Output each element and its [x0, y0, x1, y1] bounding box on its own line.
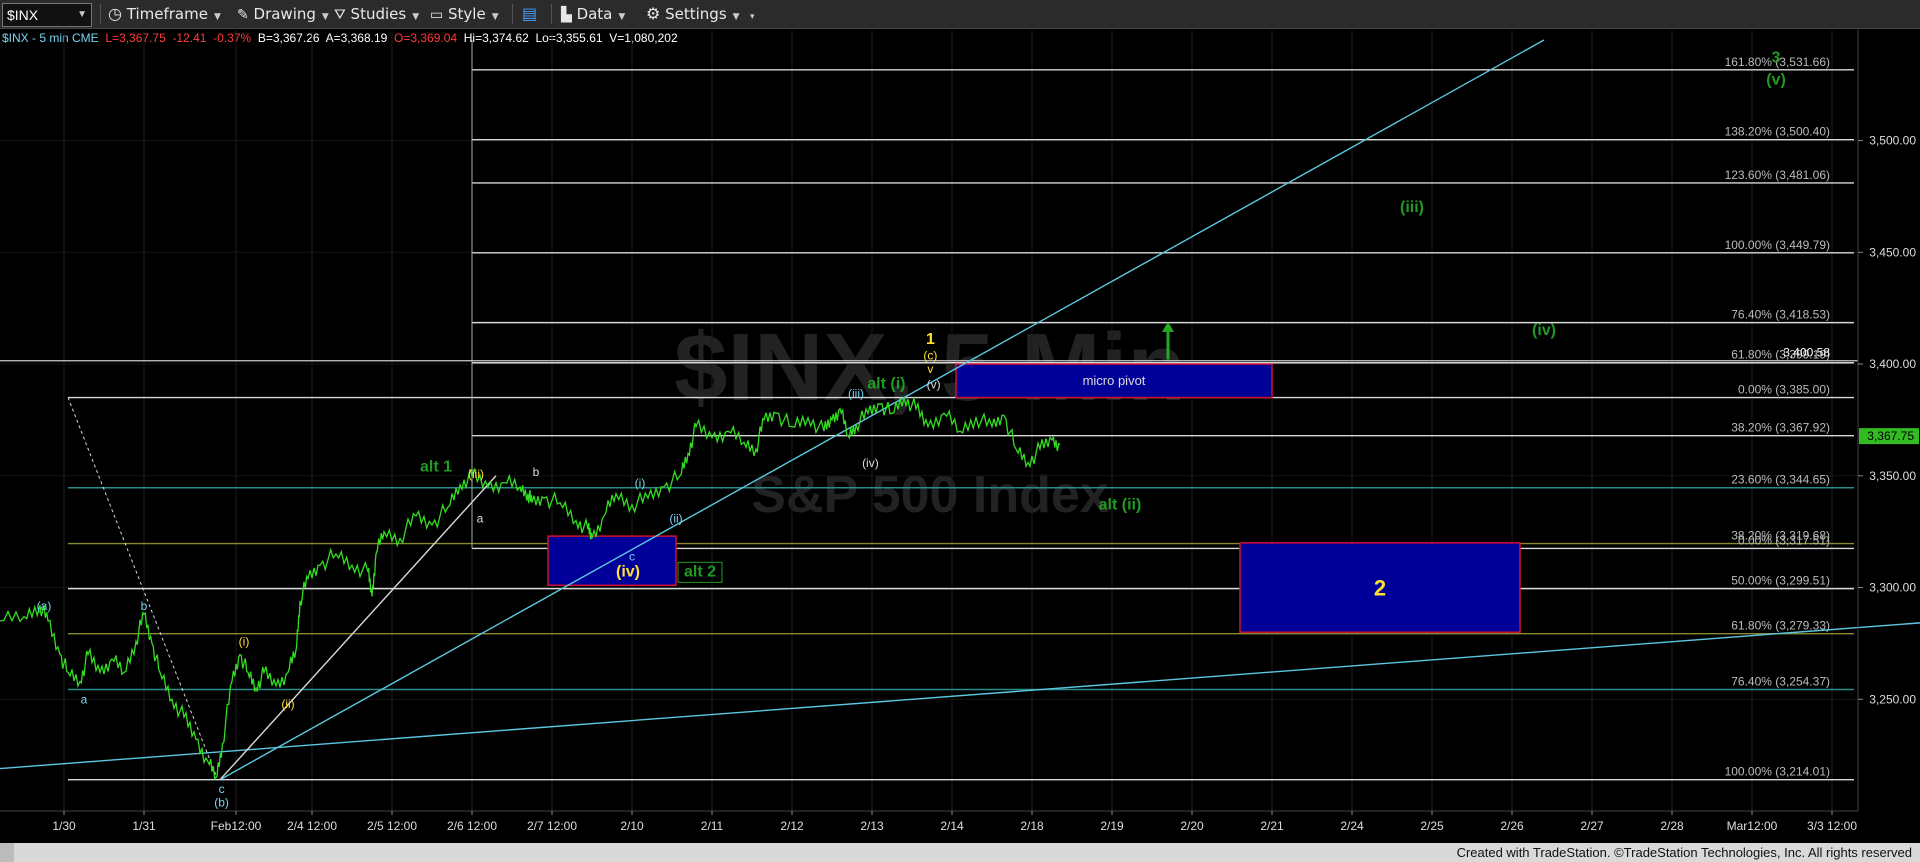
price-tick-label: 3,400.00 — [1869, 357, 1916, 371]
wave-label: 3 — [1772, 49, 1781, 66]
wave-label: (iv) — [862, 456, 879, 470]
fib-label: 0.00% (3,317.51) — [1738, 533, 1830, 547]
time-tick-label: 2/6 12:00 — [447, 819, 497, 833]
fib-label: 138.20% (3,500.40) — [1725, 125, 1830, 139]
time-tick-label: 2/14 — [940, 819, 964, 833]
fib-label: 50.00% (3,299.51) — [1731, 574, 1830, 588]
time-tick-label: 2/27 — [1580, 819, 1604, 833]
wave-label: (ii) — [669, 512, 682, 526]
wave-label: (i) — [239, 635, 250, 649]
time-tick-label: 1/31 — [132, 819, 156, 833]
wave-label: (iv) — [616, 563, 640, 580]
wave-label: alt 1 — [420, 458, 452, 475]
fib-label: 123.60% (3,481.06) — [1725, 168, 1830, 182]
time-tick-label: 1/30 — [52, 819, 76, 833]
micro-pivot-box-label: micro pivot — [1083, 373, 1146, 388]
wave-label: 1 — [926, 331, 935, 348]
price-tick-label: 3,450.00 — [1869, 245, 1916, 259]
price-tick-label: 3,500.00 — [1869, 134, 1916, 148]
trendline — [67, 397, 217, 776]
price-tick-label: 3,250.00 — [1869, 692, 1916, 706]
time-tick-label: 3/3 12:00 — [1807, 819, 1857, 833]
wave-label: (b) — [214, 796, 229, 810]
time-tick-label: 2/21 — [1260, 819, 1284, 833]
time-tick-label: 2/4 12:00 — [287, 819, 337, 833]
trendline — [219, 39, 1545, 781]
wave-label: a — [477, 512, 484, 526]
fib-label: 76.40% (3,254.37) — [1731, 674, 1830, 688]
time-tick-label: 2/10 — [620, 819, 644, 833]
time-tick-label: 2/11 — [701, 819, 724, 833]
trendline — [0, 622, 1920, 770]
time-tick-label: Feb12:00 — [211, 819, 262, 833]
time-tick-label: 2/20 — [1180, 819, 1204, 833]
wave-label: (ii) — [281, 697, 294, 711]
price-tick-label: 3,300.00 — [1869, 581, 1916, 595]
time-tick-label: 2/13 — [860, 819, 884, 833]
time-tick-label: 2/24 — [1340, 819, 1364, 833]
wave-label: c — [629, 550, 635, 564]
wave-label: alt (ii) — [1099, 496, 1142, 513]
last-price-tag-label: 3,367.75 — [1867, 429, 1914, 443]
wave-label: (v) — [1766, 72, 1786, 89]
wave-label: (a) — [37, 599, 52, 613]
wave-label: a — [81, 693, 88, 707]
time-tick-label: 2/26 — [1500, 819, 1524, 833]
wave-label: c — [219, 782, 225, 796]
fib-label: 0.00% (3,385.00) — [1738, 383, 1830, 397]
fib-label: 100.00% (3,214.01) — [1725, 765, 1830, 779]
footer-text: Created with TradeStation. ©TradeStation… — [1456, 845, 1912, 860]
wave-label: (i) — [635, 476, 646, 490]
wave-label: (iii) — [468, 467, 484, 481]
time-tick-label: 2/19 — [1100, 819, 1124, 833]
fib-label: 100.00% (3,449.79) — [1725, 238, 1830, 252]
time-tick-label: 2/18 — [1020, 819, 1044, 833]
time-tick-label: Mar12:00 — [1727, 819, 1778, 833]
footer: Created with TradeStation. ©TradeStation… — [0, 843, 1920, 862]
time-tick-label: 2/5 12:00 — [367, 819, 417, 833]
price-chart[interactable]: $INX, 5 MinS&P 500 Index 161.80% (3,531.… — [0, 0, 1920, 843]
wave-label: b — [533, 465, 540, 479]
time-tick-label: 2/28 — [1660, 819, 1684, 833]
wave-label: alt 2 — [684, 563, 716, 580]
wave-label: (iv) — [1532, 322, 1556, 339]
fib-label: 38.20% (3,367.92) — [1731, 421, 1830, 435]
time-tick-label: 2/12 — [780, 819, 804, 833]
wave-label: (iii) — [848, 387, 864, 401]
price-tick-label: 3,350.00 — [1869, 469, 1916, 483]
wave-label: (iii) — [1400, 199, 1424, 216]
wave-label: b — [141, 599, 148, 613]
pivot-price-label: 3,400.58 — [1783, 346, 1830, 360]
fib-label: 23.60% (3,344.65) — [1731, 473, 1830, 487]
wave-label: v — [927, 362, 933, 376]
time-tick-label: 2/25 — [1420, 819, 1444, 833]
watermark-name: S&P 500 Index — [751, 466, 1109, 524]
fib-label: 76.40% (3,418.53) — [1731, 308, 1830, 322]
wave-2-box-label: 2 — [1374, 576, 1386, 601]
scroll-handle[interactable] — [0, 843, 14, 862]
wave-label: alt (i) — [867, 376, 905, 393]
wave-label: (v) — [927, 378, 941, 392]
time-tick-label: 2/7 12:00 — [527, 819, 577, 833]
wave-label: (c) — [923, 349, 937, 363]
